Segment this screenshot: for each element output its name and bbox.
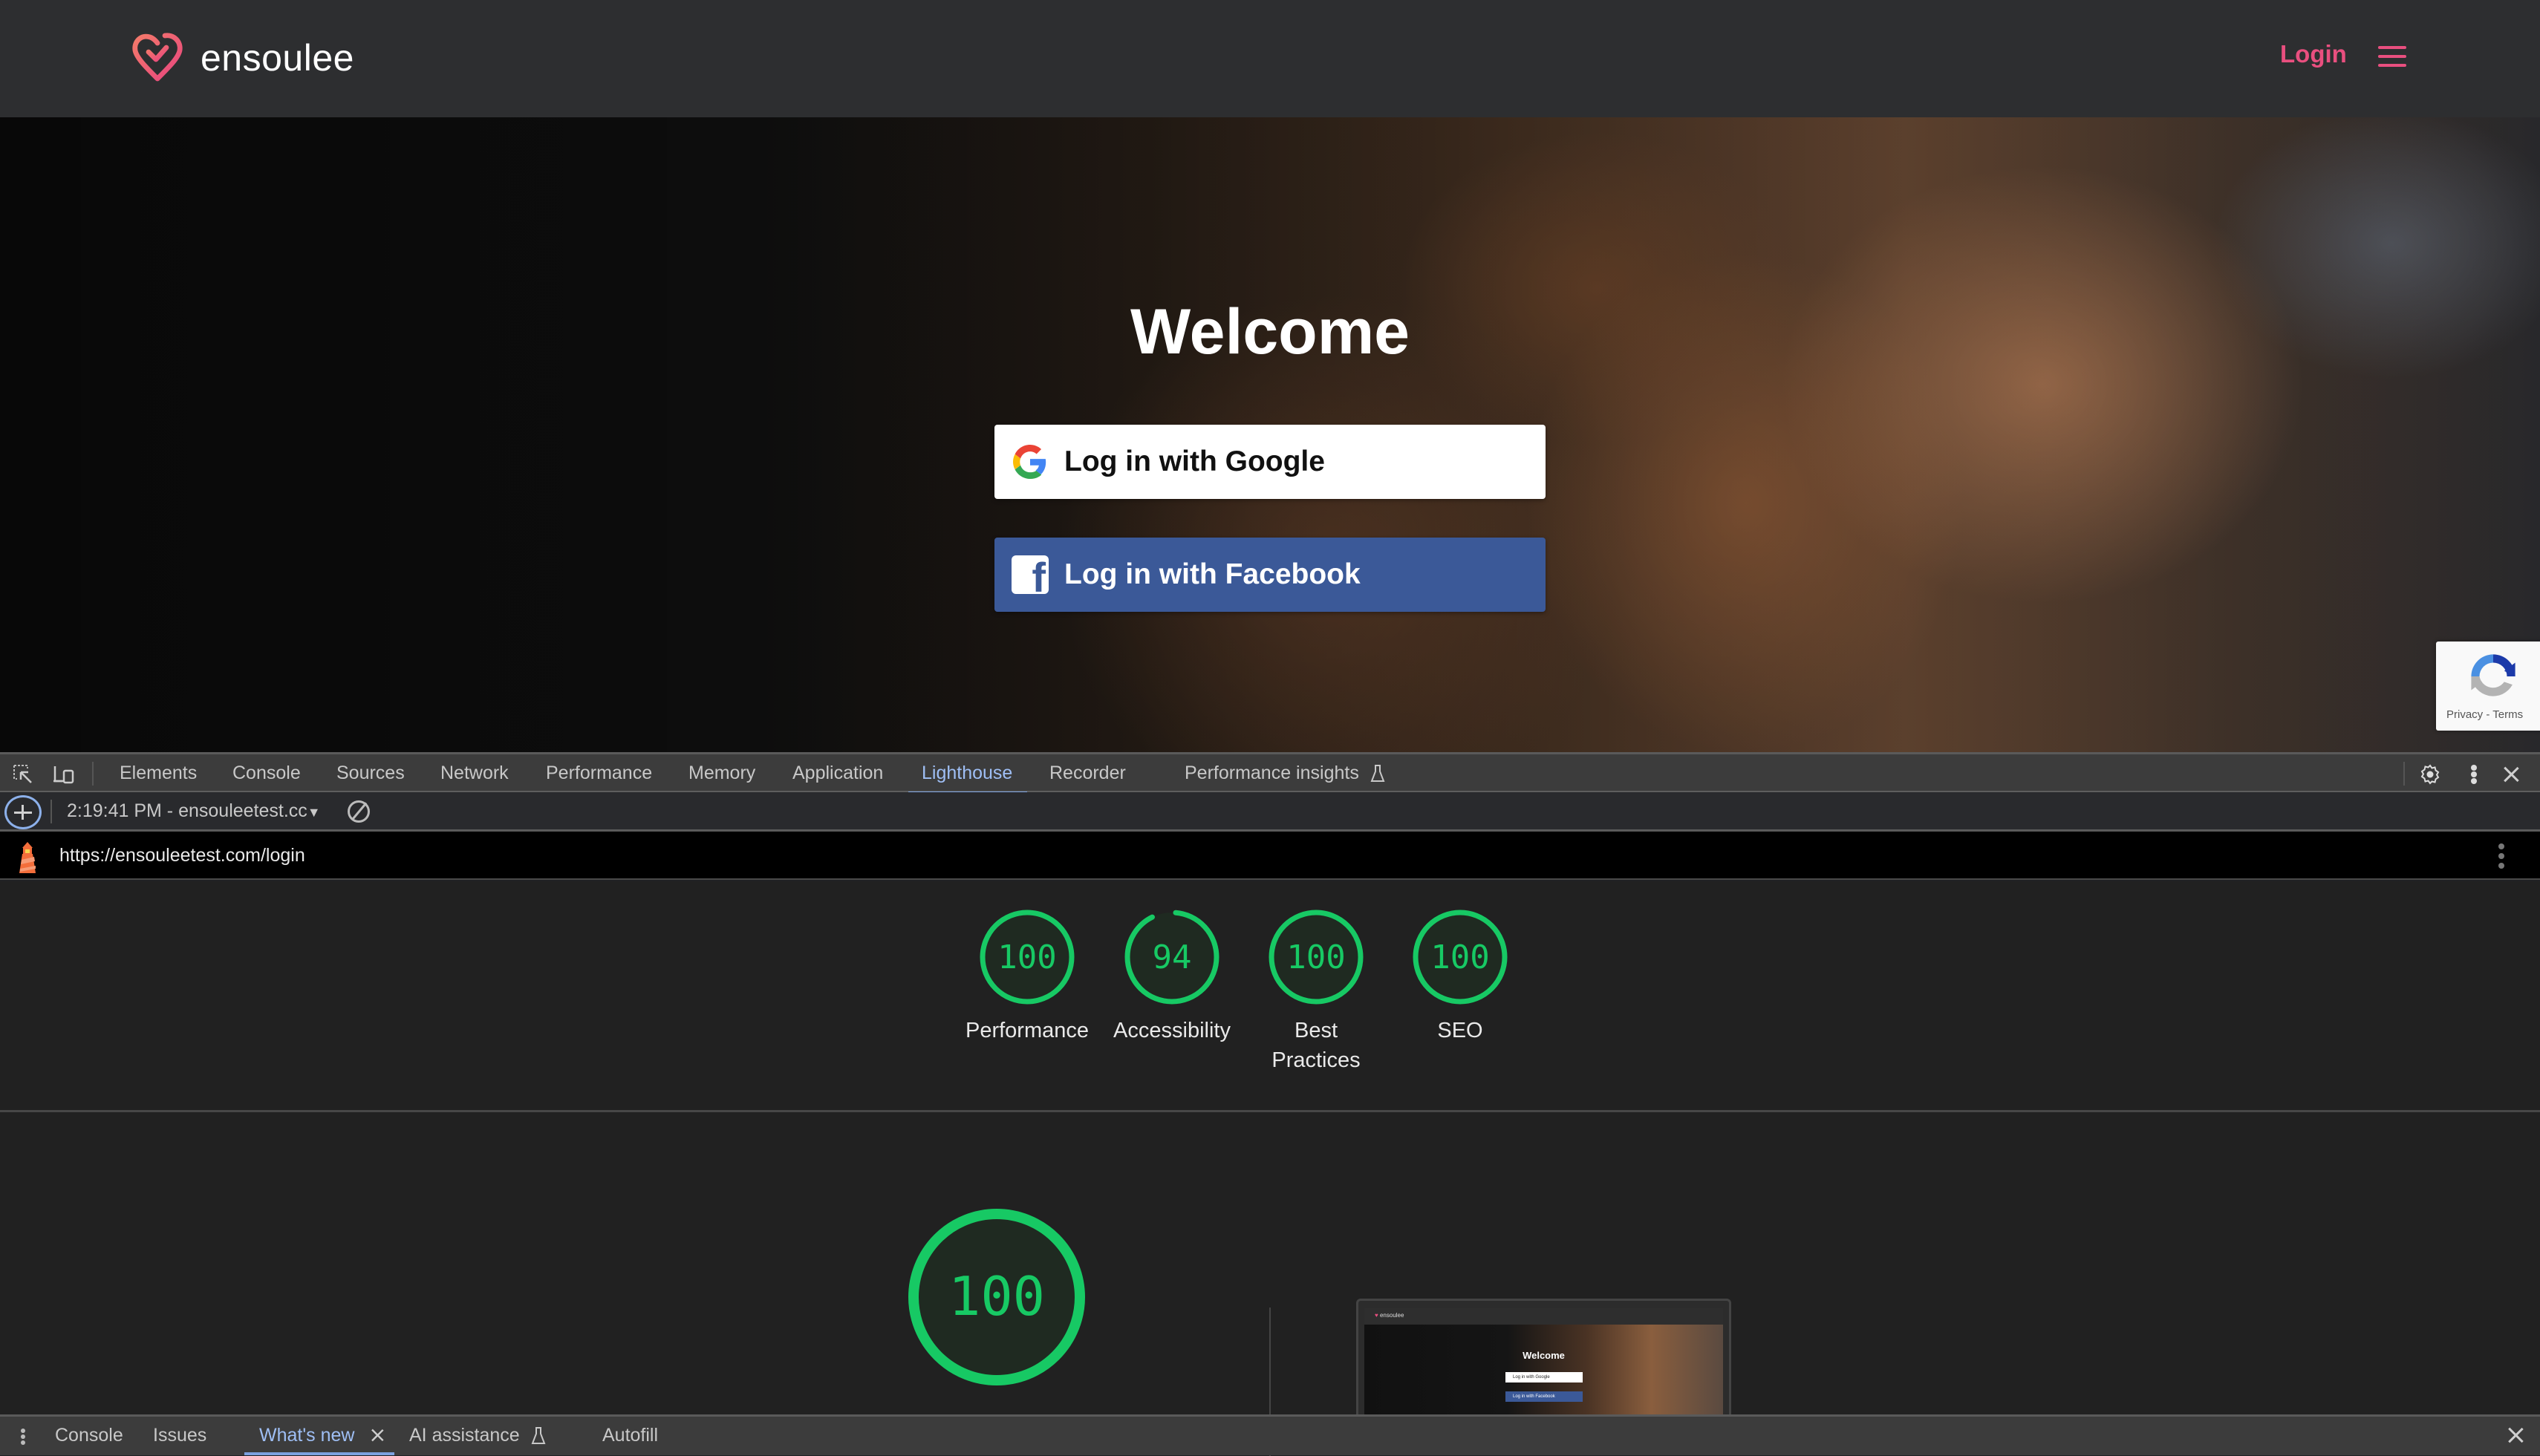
experimental-flask-icon <box>531 1427 546 1445</box>
experimental-flask-icon <box>1370 765 1385 783</box>
gauge-label: Accessibility <box>1113 1019 1231 1042</box>
gauge-ring: 100 <box>1269 910 1364 1005</box>
drawer-tab-autofill[interactable]: Autofill <box>602 1417 658 1455</box>
tab-recorder[interactable]: Recorder <box>1049 754 1126 793</box>
gauge-ring: 100 <box>980 910 1075 1005</box>
brand-logo[interactable]: ensoulee <box>128 28 354 88</box>
close-drawer-icon[interactable] <box>2507 1427 2524 1443</box>
recaptcha-links[interactable]: Privacy - Terms <box>2446 708 2523 721</box>
lighthouse-report: 100 Performance 94 Accessibility 100 Best Pra… <box>0 881 2540 1456</box>
facebook-login-button[interactable]: f Log in with Facebook <box>994 538 1546 612</box>
gauge-score: 94 <box>1153 938 1192 976</box>
main-gauge-score: 100 <box>948 1265 1045 1328</box>
thumbnail-google-button: Log in with Google <box>1505 1372 1583 1382</box>
thumbnail-welcome: Welcome <box>1523 1350 1565 1361</box>
toolbar-separator <box>2403 762 2405 786</box>
devtools-tabbar: Elements Console Sources Network Perform… <box>0 752 2540 794</box>
recaptcha-badge[interactable]: Privacy - Terms <box>2436 642 2540 731</box>
tab-performance-insights-label: Performance insights <box>1185 763 1359 783</box>
brand-name: ensoulee <box>201 37 354 79</box>
report-more-menu-icon[interactable] <box>2497 843 2507 869</box>
tab-memory[interactable]: Memory <box>688 754 755 793</box>
drawer-tab-ai-assistance-label: AI assistance <box>409 1425 520 1446</box>
tab-performance-insights[interactable]: Performance insights <box>1185 754 1385 793</box>
device-toolbar-icon[interactable] <box>52 763 76 786</box>
lighthouse-toolbar: 2:19:41 PM - ensouleetest.cc▼ <box>0 792 2540 832</box>
drawer-tab-issues[interactable]: Issues <box>153 1417 206 1455</box>
new-report-plus-icon[interactable] <box>4 795 42 829</box>
tab-application[interactable]: Application <box>792 754 883 793</box>
close-whats-new-icon[interactable] <box>371 1429 384 1442</box>
clear-reports-icon[interactable] <box>348 800 370 823</box>
devtools-more-menu-icon[interactable] <box>2469 763 2480 786</box>
score-gauge-best-practices[interactable]: 100 Best Practices <box>1242 908 1390 1075</box>
facebook-icon: f <box>1011 555 1049 594</box>
heart-logo-icon <box>132 33 183 82</box>
drawer-more-menu-icon[interactable] <box>19 1426 30 1448</box>
hero-section: Welcome Log in with Google f Log in with… <box>0 117 2540 752</box>
gauge-label: Performance <box>965 1019 1089 1042</box>
drawer-tab-whats-new[interactable]: What's new <box>244 1417 396 1455</box>
welcome-heading: Welcome <box>1130 296 1410 368</box>
drawer-tab-console[interactable]: Console <box>55 1417 123 1455</box>
devtools-drawer: Console Issues What's new AI assistance … <box>0 1414 2540 1455</box>
score-gauge-seo[interactable]: 100 SEO <box>1386 908 1534 1045</box>
score-gauge-performance[interactable]: 100 Performance <box>953 908 1101 1045</box>
gauge-label: SEO <box>1437 1019 1483 1042</box>
thumbnail-brand: ♥ ensoulee <box>1375 1312 1404 1319</box>
tab-console[interactable]: Console <box>232 754 301 793</box>
drawer-tab-ai-assistance[interactable]: AI assistance <box>409 1417 546 1455</box>
gauge-score: 100 <box>997 938 1056 976</box>
chevron-down-icon: ▼ <box>307 805 321 820</box>
tab-performance[interactable]: Performance <box>546 754 652 793</box>
tab-elements[interactable]: Elements <box>120 754 197 793</box>
thumbnail-facebook-button: Log in with Facebook <box>1505 1391 1583 1402</box>
google-icon <box>1011 443 1049 481</box>
main-performance-gauge: 100 <box>908 1209 1085 1385</box>
report-url-bar: https://ensouleetest.com/login <box>0 832 2540 880</box>
tab-network[interactable]: Network <box>440 754 509 793</box>
report-selector-value: 2:19:41 PM - ensouleetest.cc <box>67 800 307 821</box>
score-gauge-accessibility[interactable]: 94 Accessibility <box>1098 908 1246 1045</box>
report-url[interactable]: https://ensouleetest.com/login <box>59 832 305 879</box>
hamburger-icon[interactable] <box>2378 46 2406 67</box>
lighthouse-logo-icon <box>19 842 36 873</box>
gauge-score: 100 <box>1430 938 1489 976</box>
gauge-ring: 94 <box>1124 910 1219 1005</box>
google-login-button[interactable]: Log in with Google <box>994 425 1546 499</box>
gauge-ring: 100 <box>1413 910 1508 1005</box>
close-devtools-icon[interactable] <box>2503 766 2519 783</box>
gauge-label: Best Practices <box>1271 1019 1361 1072</box>
facebook-login-label: Log in with Facebook <box>1064 558 1361 590</box>
header-login-link[interactable]: Login <box>2280 40 2347 68</box>
tab-lighthouse[interactable]: Lighthouse <box>908 754 1028 794</box>
google-login-label: Log in with Google <box>1064 445 1325 477</box>
recaptcha-icon <box>2471 654 2515 696</box>
toolbar-separator <box>51 800 52 823</box>
section-divider <box>0 1110 2540 1112</box>
tab-sources[interactable]: Sources <box>336 754 405 793</box>
report-selector-dropdown[interactable]: 2:19:41 PM - ensouleetest.cc▼ <box>67 792 321 829</box>
gauge-score: 100 <box>1286 938 1345 976</box>
site-header: ensoulee Login <box>0 0 2540 117</box>
inspect-element-icon[interactable] <box>12 763 36 786</box>
final-screenshot-thumbnail[interactable]: ♥ ensoulee Welcome Log in with Google Lo… <box>1356 1299 1731 1417</box>
settings-gear-icon[interactable] <box>2419 763 2443 786</box>
toolbar-separator <box>92 762 94 786</box>
